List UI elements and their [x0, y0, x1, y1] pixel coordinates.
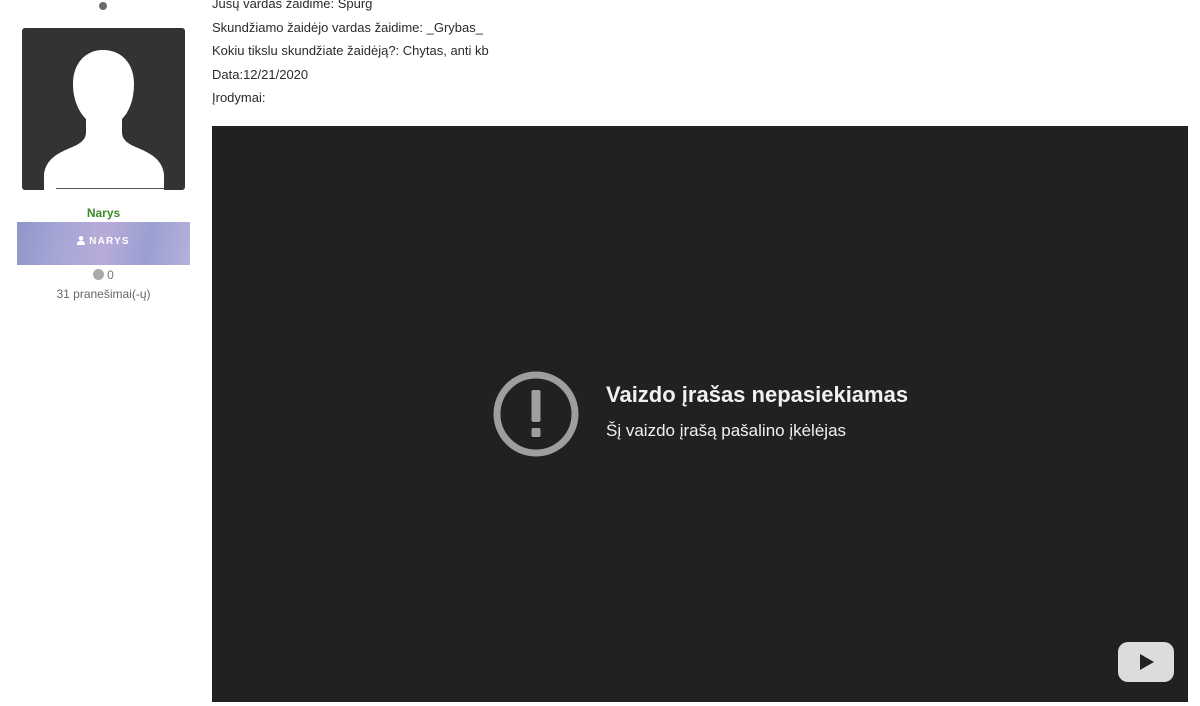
alert-circle-icon	[493, 371, 579, 457]
post-count[interactable]: 31 pranešimai(-ų)	[22, 287, 185, 301]
user-icon	[77, 236, 86, 245]
video-embed[interactable]: Vaizdo įrašas nepasiekiamas Šį vaizdo įr…	[212, 126, 1188, 702]
rank-banner: NARYS	[17, 222, 190, 265]
default-avatar-silhouette-icon	[44, 50, 164, 190]
video-error-title: Vaizdo įrašas nepasiekiamas	[606, 382, 909, 407]
user-title: Narys	[86, 206, 121, 220]
reputation: 0	[22, 268, 185, 282]
reputation-icon	[93, 269, 105, 280]
post-line: Kokiu tikslu skundžiate žaidėją?: Chytas…	[212, 43, 489, 58]
reputation-count: 0	[107, 268, 114, 282]
post-line: Jūsų vardas žaidime: Spurg	[212, 0, 373, 11]
rank-label: NARYS	[89, 236, 130, 247]
youtube-logo-icon[interactable]	[1118, 642, 1174, 682]
post-line: Data:12/21/2020	[212, 66, 309, 82]
post-content: Jūsų vardas žaidime: Spurg Skundžiamo ža…	[212, 0, 1112, 110]
post-line: Skundžiamo žaidėjo vardas žaidime: _Gryb…	[212, 19, 483, 35]
avatar[interactable]	[22, 28, 185, 190]
post-line: Įrodymai:	[212, 90, 266, 105]
avatar-divider	[56, 188, 164, 189]
online-status-indicator	[99, 2, 107, 10]
video-error-subtitle: Šį vaizdo įrašą pašalino įkėlėjas	[606, 421, 847, 440]
